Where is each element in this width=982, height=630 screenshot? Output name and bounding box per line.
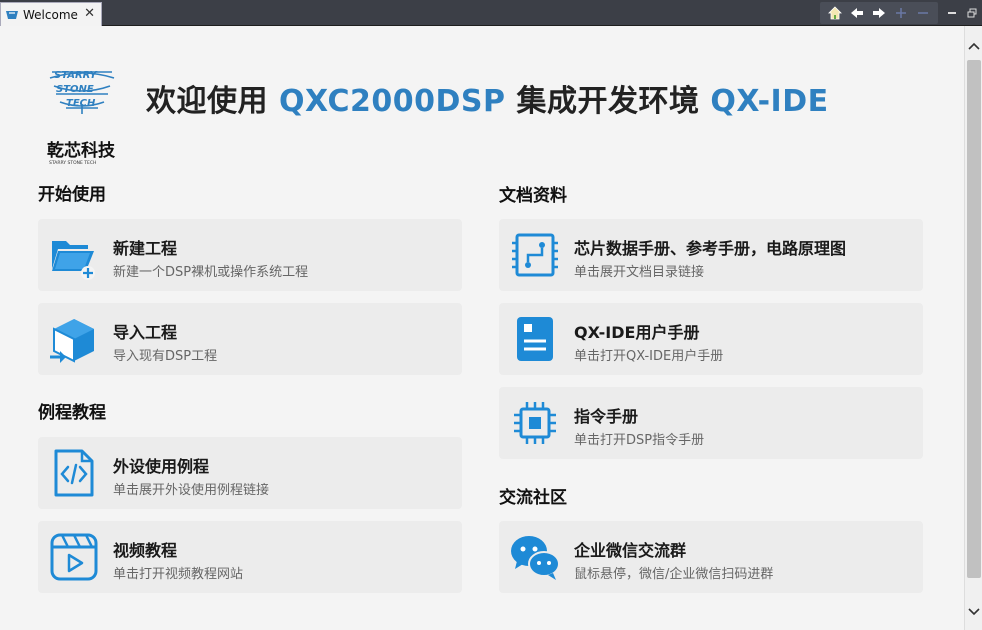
chip-docs-card[interactable]: 芯片数据手册、参考手册，电路原理图 单击展开文档目录链接 (499, 219, 923, 291)
restore-button[interactable] (962, 3, 982, 23)
back-button[interactable] (846, 3, 868, 23)
forward-button[interactable] (868, 3, 890, 23)
title-prefix: 欢迎使用 (146, 84, 279, 119)
restore-icon (967, 8, 977, 18)
zoom-out-icon (918, 12, 928, 14)
zoom-out-button[interactable] (912, 3, 934, 23)
arrow-left-icon (851, 8, 863, 18)
wechat-icon (511, 536, 560, 580)
card-subtitle: 导入现有DSP工程 (113, 349, 218, 364)
card-title: 视频教程 (113, 541, 178, 560)
card-title: 企业微信交流群 (574, 541, 687, 560)
card-subtitle: 单击展开文档目录链接 (574, 265, 705, 280)
home-icon (828, 6, 842, 20)
toolbar (820, 2, 982, 24)
company-logo: STARRY STONE TECH 乾芯科技 STARRY STONE TECH (46, 64, 118, 166)
card-title: QX-IDE用户手册 (574, 323, 700, 342)
card-title: 指令手册 (574, 407, 639, 426)
svg-text:STONE: STONE (56, 84, 94, 95)
scroll-thumb[interactable] (967, 60, 981, 578)
welcome-icon (6, 10, 18, 19)
folder-add-icon (52, 241, 95, 280)
scroll-up-button[interactable] (965, 36, 982, 56)
section-community: 交流社区 (499, 488, 567, 508)
manual-icon (517, 317, 553, 361)
page-title: 欢迎使用 QXC2000DSP 集成开发环境 QX-IDE (146, 76, 829, 120)
minimize-button[interactable] (942, 3, 962, 23)
chevron-down-icon (968, 608, 980, 616)
code-file-icon (54, 449, 94, 497)
card-title: 芯片数据手册、参考手册，电路原理图 (574, 239, 847, 258)
card-title: 新建工程 (113, 239, 178, 258)
card-subtitle: 鼠标悬停，微信/企业微信扫码进群 (574, 567, 774, 582)
import-project-card[interactable]: 导入工程 导入现有DSP工程 (38, 303, 462, 375)
peripheral-examples-card[interactable]: 外设使用例程 单击展开外设使用例程链接 (38, 437, 462, 509)
svg-text:TECH: TECH (66, 98, 96, 109)
title-ide: QX-IDE (710, 84, 829, 119)
card-subtitle: 单击打开视频教程网站 (113, 567, 244, 582)
arrow-right-icon (873, 8, 885, 18)
video-play-icon (50, 533, 98, 581)
nav-button-group (820, 2, 938, 24)
svg-text:STARRY STONE TECH: STARRY STONE TECH (49, 160, 96, 166)
user-manual-card[interactable]: QX-IDE用户手册 单击打开QX-IDE用户手册 (499, 303, 923, 375)
editor-tab-bar: Welcome ✕ (0, 0, 982, 26)
tab-label: Welcome (23, 7, 78, 22)
close-icon[interactable]: ✕ (84, 6, 95, 21)
card-subtitle: 单击展开外设使用例程链接 (113, 483, 270, 498)
home-button[interactable] (824, 3, 846, 23)
instruction-manual-card[interactable]: 指令手册 单击打开DSP指令手册 (499, 387, 923, 459)
card-subtitle: 新建一个DSP裸机或操作系统工程 (113, 265, 309, 280)
new-project-card[interactable]: 新建工程 新建一个DSP裸机或操作系统工程 (38, 219, 462, 291)
box-import-icon (50, 319, 94, 363)
vertical-scrollbar[interactable] (964, 26, 982, 630)
section-start: 开始使用 (38, 185, 106, 205)
card-subtitle: 单击打开DSP指令手册 (574, 433, 705, 448)
title-middle: 集成开发环境 (505, 84, 711, 119)
section-docs: 文档资料 (499, 186, 567, 206)
svg-text:STARRY: STARRY (54, 70, 98, 81)
card-title: 外设使用例程 (113, 457, 210, 476)
video-tutorials-card[interactable]: 视频教程 单击打开视频教程网站 (38, 521, 462, 593)
card-subtitle: 单击打开QX-IDE用户手册 (574, 349, 724, 364)
starry-stone-logo-icon: STARRY STONE TECH 乾芯科技 STARRY STONE TECH (47, 70, 116, 166)
circuit-board-icon (512, 233, 558, 277)
section-examples: 例程教程 (38, 403, 106, 423)
zoom-in-icon (896, 8, 906, 18)
chevron-up-icon (968, 42, 980, 50)
chip-icon (514, 402, 556, 444)
svg-text:乾芯科技: 乾芯科技 (47, 140, 116, 161)
tab-welcome[interactable]: Welcome ✕ (0, 2, 102, 26)
minimize-icon (948, 12, 956, 14)
wechat-group-card[interactable]: 企业微信交流群 鼠标悬停，微信/企业微信扫码进群 (499, 521, 923, 593)
card-title: 导入工程 (113, 323, 178, 342)
zoom-in-button[interactable] (890, 3, 912, 23)
welcome-page: STARRY STONE TECH 乾芯科技 STARRY STONE TECH… (0, 26, 964, 630)
title-product: QXC2000DSP (278, 84, 506, 119)
scroll-down-button[interactable] (965, 602, 982, 622)
